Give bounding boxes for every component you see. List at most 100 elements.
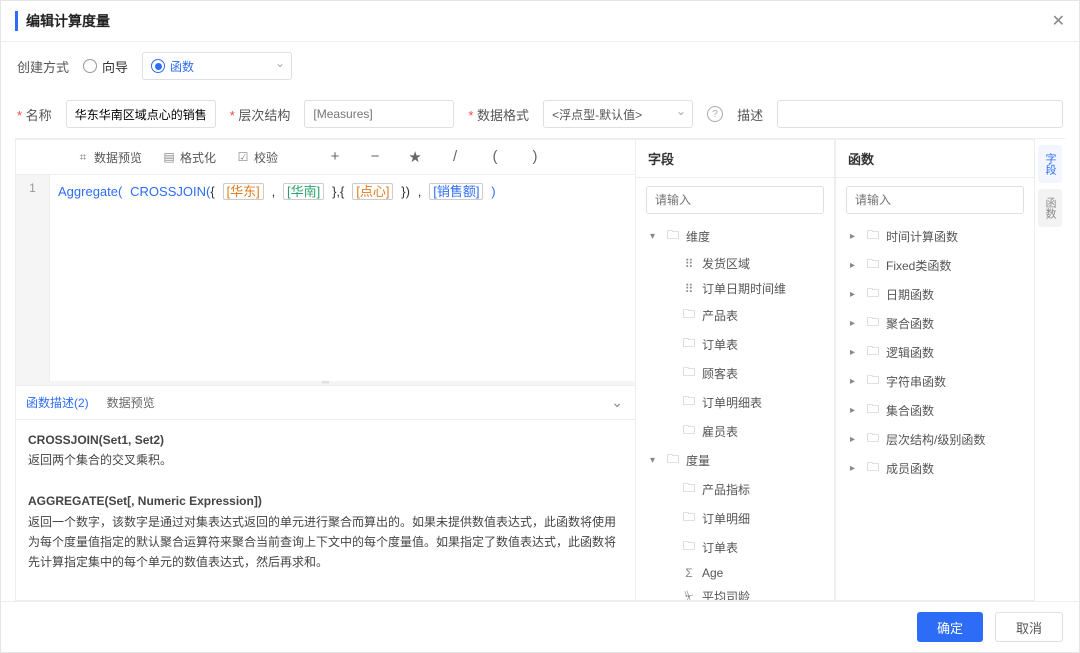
radio-wizard[interactable]: 向导 — [83, 57, 128, 76]
caret-icon: ▸ — [850, 376, 860, 387]
op-slash[interactable]: / — [448, 148, 462, 166]
tok: CROSSJOIN( — [130, 184, 210, 199]
tree-item[interactable]: ΣAge — [640, 562, 830, 584]
funcs-search[interactable] — [846, 186, 1024, 214]
dialog: 编辑计算度量 ✕ 创建方式 向导 函数 名称 层次结构 数据格式 <浮点型-默认… — [0, 0, 1080, 653]
tree-item[interactable]: ▾🗀维度 — [640, 222, 830, 251]
tree-item[interactable]: ▸🗀时间计算函数 — [840, 222, 1030, 251]
code-editor[interactable]: 1 Aggregate( CROSSJOIN({ [华东] , [华南] },{… — [16, 175, 635, 381]
folder-icon: 🗀 — [866, 458, 880, 479]
format-select[interactable]: <浮点型-默认值> — [543, 100, 693, 128]
ok-button[interactable]: 确定 — [917, 612, 983, 642]
op-rparen[interactable]: ) — [528, 148, 542, 166]
op-lparen[interactable]: ( — [488, 148, 502, 166]
folder-icon: 🗀 — [682, 334, 696, 355]
tree-item[interactable]: ▸ 🗀 日期函数 — [840, 280, 1030, 309]
tree-label: 成员函数 — [886, 460, 934, 477]
check-button[interactable]: ☑校验 — [236, 149, 278, 166]
tree-label: 日期函数 — [886, 286, 934, 303]
hierarchy-input[interactable] — [304, 100, 454, 128]
tree-label: 订单明细 — [702, 510, 750, 527]
tree-label: 时间计算函数 — [886, 228, 958, 245]
fields-panel: 字段 ▾🗀维度⠿发货区域⠿订单日期时间维🗀产品表🗀订单表🗀顾客表🗀订单明细表🗀雇… — [635, 139, 835, 601]
tab-func-desc[interactable]: 函数描述(2) — [26, 394, 89, 411]
tree-label: 层次结构/级别函数 — [886, 431, 985, 448]
op-plus[interactable]: + — [328, 148, 342, 166]
code-content[interactable]: Aggregate( CROSSJOIN({ [华东] , [华南] },{ [… — [50, 175, 635, 381]
dialog-header: 编辑计算度量 ✕ — [1, 1, 1079, 42]
tree-item[interactable]: 🗀产品指标 — [640, 475, 830, 504]
tree-label: 发货区域 — [702, 255, 750, 272]
tok: [销售额] — [429, 183, 483, 200]
desc-p2: 返回一个数字，该数字是通过对集表达式返回的单元进行聚合而算出的。如果未提供数值表… — [28, 512, 623, 573]
tree-item[interactable]: 🗀 顾客表 — [640, 359, 830, 388]
tree-label: 订单日期时间维 — [702, 280, 786, 297]
tree-item[interactable]: 🗀产品表 — [640, 301, 830, 330]
side-tabs: 字段 函数 — [1035, 139, 1065, 601]
tree-label: 订单明细表 — [702, 394, 762, 411]
side-tab-funcs[interactable]: 函数 — [1038, 189, 1062, 227]
folder-icon: 🗀 — [866, 284, 880, 305]
folder-icon: 🗀 — [866, 429, 880, 450]
tree-item[interactable]: ▸🗀集合函数 — [840, 396, 1030, 425]
tree-item[interactable]: ▸ 🗀 层次结构/级别函数 — [840, 425, 1030, 454]
tab-data-preview[interactable]: 数据预览 — [107, 394, 155, 411]
funcs-tree: ▸🗀时间计算函数▸🗀Fixed类函数▸🗀日期函数▸🗀聚合函数▸🗀逻辑函数▸🗀字符… — [836, 222, 1034, 600]
cancel-button[interactable]: 取消 — [995, 612, 1063, 642]
operator-toolbar: + − ★ / ( ) — [328, 148, 542, 166]
op-minus[interactable]: − — [368, 148, 382, 166]
tree-item[interactable]: 🗀 订单表 — [640, 533, 830, 562]
dim-icon: ⠿ — [682, 257, 696, 271]
tree-item[interactable]: 🗀 订单明细 — [640, 504, 830, 533]
tree-item[interactable]: ⏧平均司龄 — [640, 584, 830, 600]
tree-item[interactable]: ▸🗀聚合函数 — [840, 309, 1030, 338]
desc-label: 描述 — [737, 105, 763, 124]
tree-item[interactable]: 🗀订单明细表 — [640, 388, 830, 417]
format-icon: ▤ — [162, 150, 176, 164]
caret-icon: ▸ — [850, 289, 860, 300]
op-star[interactable]: ★ — [408, 148, 422, 166]
radio-function[interactable]: 函数 — [142, 52, 292, 80]
tok: [华南] — [283, 183, 324, 200]
folder-icon: 🗀 — [682, 479, 696, 500]
fields-search[interactable] — [646, 186, 824, 214]
preview-button[interactable]: ⌗数据预览 — [76, 149, 142, 166]
config-row: 名称 层次结构 数据格式 <浮点型-默认值> ? 描述 — [1, 90, 1079, 138]
tree-item[interactable]: ▾🗀度量 — [640, 446, 830, 475]
tree-label: 字符串函数 — [886, 373, 946, 390]
tree-label: 订单表 — [702, 336, 738, 353]
folder-icon: 🗀 — [682, 363, 696, 384]
tree-item[interactable]: 🗀 订单表 — [640, 330, 830, 359]
folder-icon: 🗀 — [666, 226, 680, 247]
dialog-title: 编辑计算度量 — [15, 11, 110, 31]
help-icon[interactable]: ? — [707, 106, 723, 122]
name-input[interactable] — [66, 100, 216, 128]
folder-icon: 🗀 — [682, 305, 696, 326]
tree-label: 订单表 — [702, 539, 738, 556]
chevron-down-icon[interactable]: ⌄ — [611, 394, 623, 411]
caret-icon: ▾ — [650, 231, 660, 242]
tree-item[interactable]: ⠿ 发货区域 — [640, 251, 830, 276]
tok: [华东] — [223, 183, 264, 200]
tree-item[interactable]: ▸🗀成员函数 — [840, 454, 1030, 483]
editor-pane: ⌗数据预览 ▤格式化 ☑校验 + − ★ / ( ) 1 Aggregate( … — [15, 139, 635, 601]
tree-item[interactable]: 🗀雇员表 — [640, 417, 830, 446]
caret-icon: ▸ — [850, 260, 860, 271]
right-pane: 字段 ▾🗀维度⠿发货区域⠿订单日期时间维🗀产品表🗀订单表🗀顾客表🗀订单明细表🗀雇… — [635, 139, 1065, 601]
editor-toolbar: ⌗数据预览 ▤格式化 ☑校验 + − ★ / ( ) — [16, 140, 635, 175]
tree-item[interactable]: ▸🗀Fixed类函数 — [840, 251, 1030, 280]
sigma-icon: Σ — [682, 566, 696, 580]
tree-label: 顾客表 — [702, 365, 738, 382]
tree-label: 平均司龄 — [702, 588, 750, 600]
caret-icon: ▸ — [850, 434, 860, 445]
tree-item[interactable]: ▸🗀字符串函数 — [840, 367, 1030, 396]
tree-item[interactable]: ▸🗀逻辑函数 — [840, 338, 1030, 367]
funcs-panel: 函数 ▸🗀时间计算函数▸🗀Fixed类函数▸🗀日期函数▸🗀聚合函数▸🗀逻辑函数▸… — [835, 139, 1035, 601]
format-button[interactable]: ▤格式化 — [162, 149, 216, 166]
desc-input[interactable] — [777, 100, 1063, 128]
tree-item[interactable]: ⠿订单日期时间维 — [640, 276, 830, 301]
folder-icon: 🗀 — [682, 508, 696, 529]
close-icon[interactable]: ✕ — [1052, 11, 1065, 31]
folder-icon: 🗀 — [682, 537, 696, 558]
side-tab-fields[interactable]: 字段 — [1038, 145, 1062, 183]
